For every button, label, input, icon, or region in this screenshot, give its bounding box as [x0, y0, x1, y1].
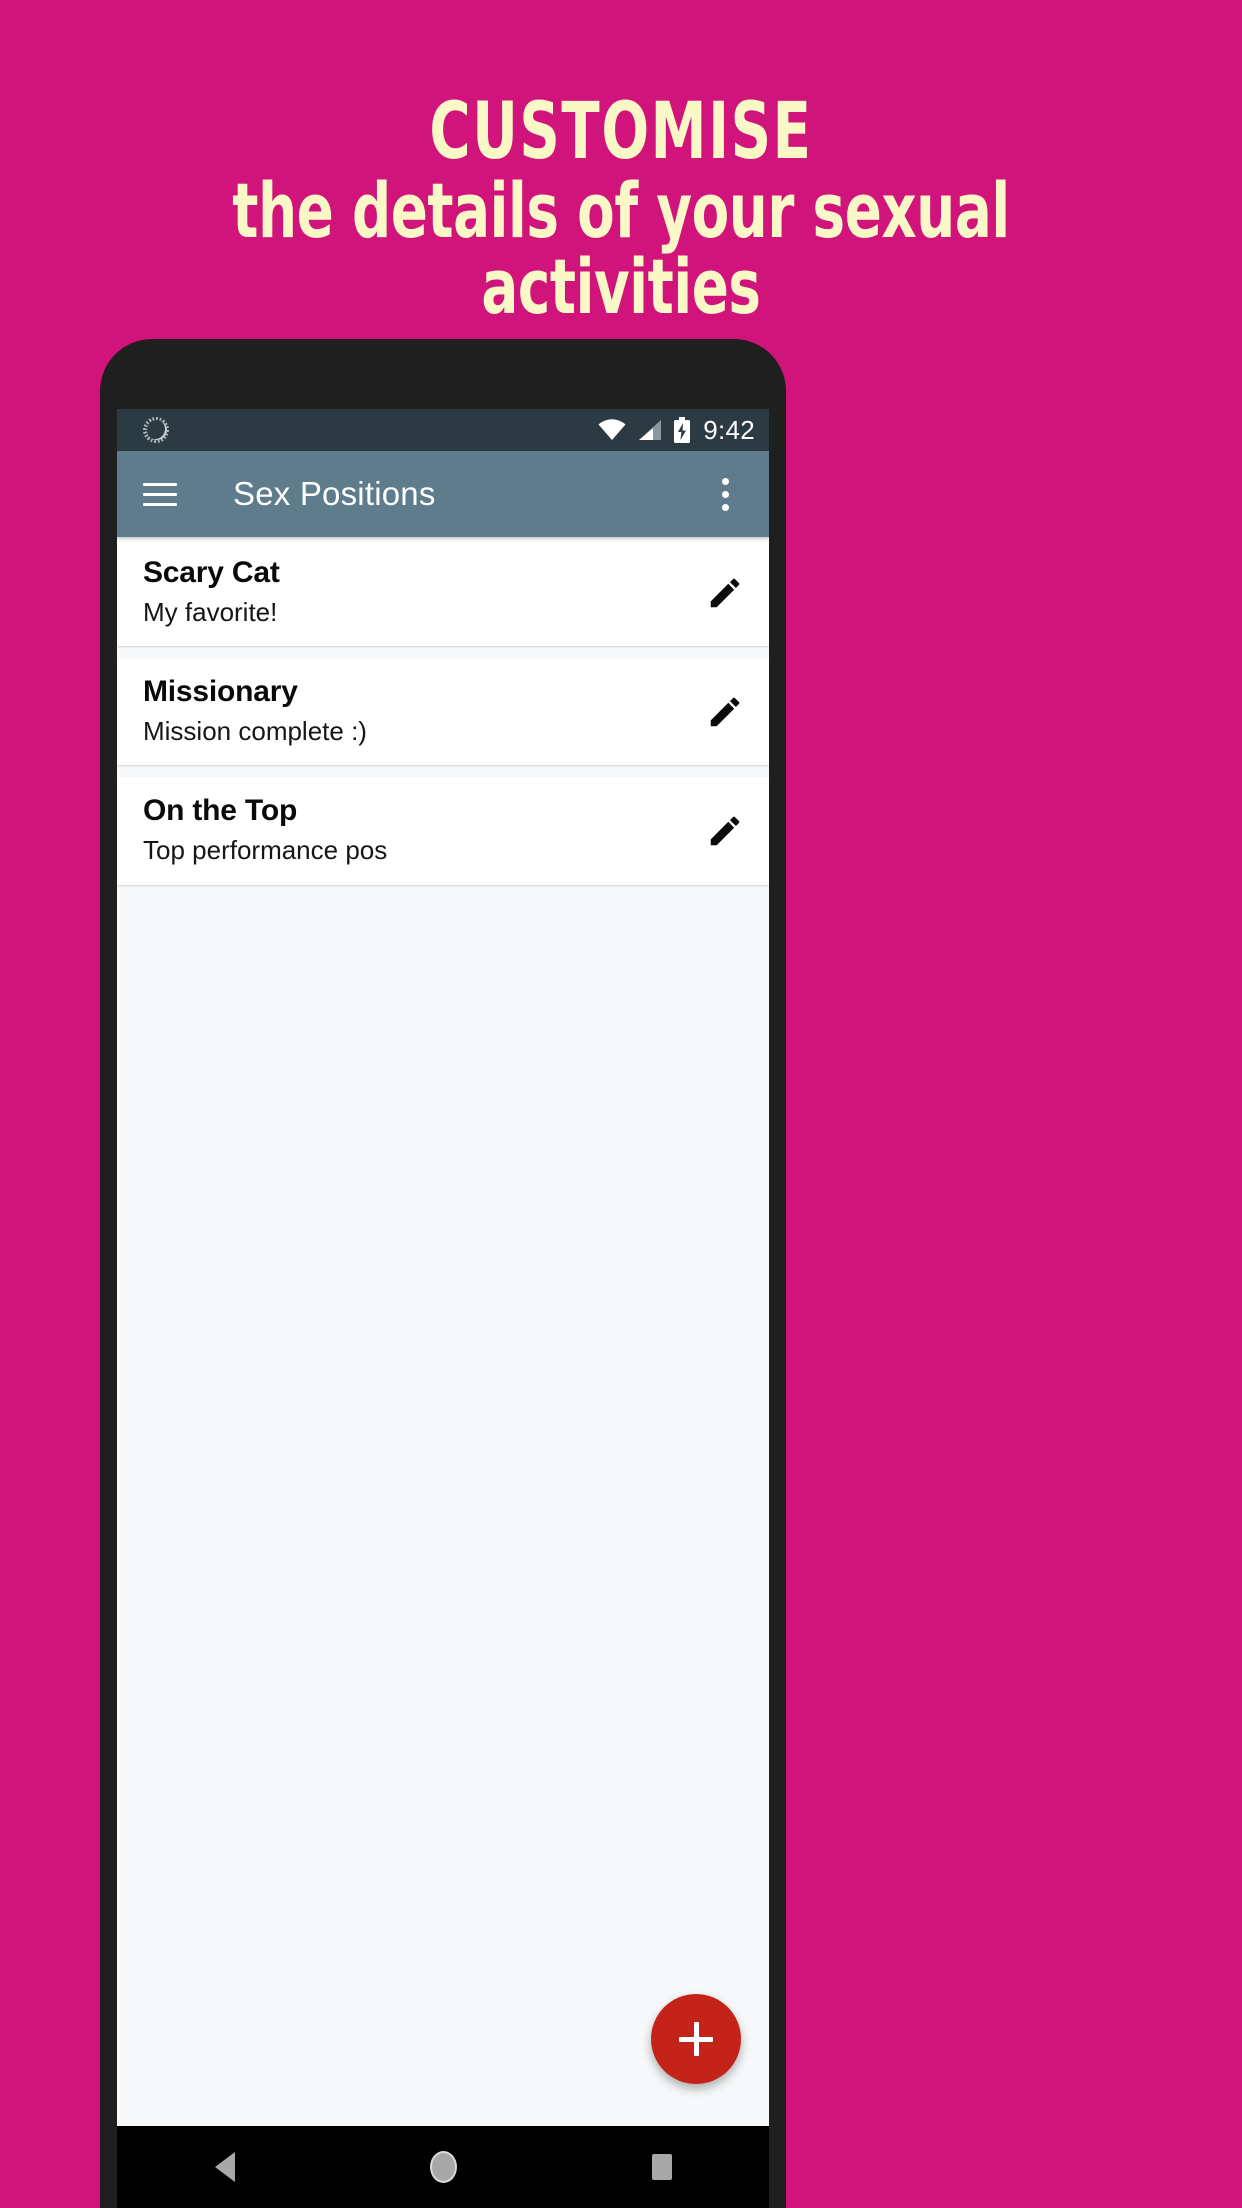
add-position-fab[interactable] — [651, 1994, 741, 2084]
list-item-subtitle: Mission complete :) — [143, 716, 367, 747]
app-bar: Sex Positions — [117, 451, 769, 537]
position-list: Scary Cat My favorite! Missionary Missio… — [117, 537, 769, 2126]
headline-line-3: activities — [481, 241, 761, 331]
list-item-title: On the Top — [143, 794, 298, 828]
list-item-title: Missionary — [143, 675, 298, 709]
pencil-edit-glyph — [710, 578, 740, 607]
app-title: Sex Positions — [233, 475, 436, 512]
list-item[interactable]: On the Top Top performance pos — [117, 777, 769, 885]
recents-square-icon[interactable] — [651, 2154, 672, 2180]
phone-frame: 9:42 Sex Positions Scary Cat My favorite… — [100, 339, 786, 2208]
list-item-subtitle: Top performance pos — [143, 835, 388, 866]
list-item[interactable]: Scary Cat My favorite! — [117, 539, 769, 647]
status-bar-right: 9:42 — [597, 415, 755, 446]
sync-spinner-icon — [143, 417, 169, 443]
overflow-menu-icon[interactable] — [703, 472, 747, 516]
back-triangle-icon[interactable] — [214, 2152, 235, 2182]
pencil-edit-icon[interactable] — [699, 805, 751, 857]
plus-icon — [693, 2022, 699, 2056]
hamburger-line — [143, 482, 177, 486]
battery-charging-icon — [674, 417, 691, 443]
overflow-dot — [721, 490, 729, 498]
phone-screen: 9:42 Sex Positions Scary Cat My favorite… — [117, 409, 769, 2208]
cellular-signal-icon — [639, 420, 662, 440]
hamburger-menu-icon[interactable] — [143, 472, 187, 516]
pencil-edit-icon[interactable] — [699, 686, 751, 738]
status-bar-left — [143, 417, 597, 443]
home-circle-icon[interactable] — [429, 2151, 457, 2183]
android-nav-bar — [117, 2126, 769, 2208]
hamburger-line — [143, 492, 177, 496]
pencil-edit-icon[interactable] — [699, 567, 751, 619]
list-item-title: Scary Cat — [143, 556, 280, 589]
hamburger-line — [143, 502, 177, 506]
headline-line-1: CUSTOMISE — [429, 87, 813, 177]
status-bar-clock: 9:42 — [703, 414, 755, 445]
pencil-edit-glyph — [710, 816, 740, 846]
wifi-icon — [598, 419, 626, 440]
list-item-subtitle: My favorite! — [143, 597, 278, 627]
overflow-dot — [721, 477, 729, 485]
list-item[interactable]: Missionary Mission complete :) — [117, 658, 769, 766]
headline-line-2: the details of your sexual — [232, 166, 1010, 256]
overflow-dot — [721, 503, 729, 511]
pencil-edit-glyph — [710, 697, 740, 727]
status-bar: 9:42 — [117, 409, 769, 451]
promo-headline: CUSTOMISE the details of your sexual act… — [0, 87, 1242, 331]
